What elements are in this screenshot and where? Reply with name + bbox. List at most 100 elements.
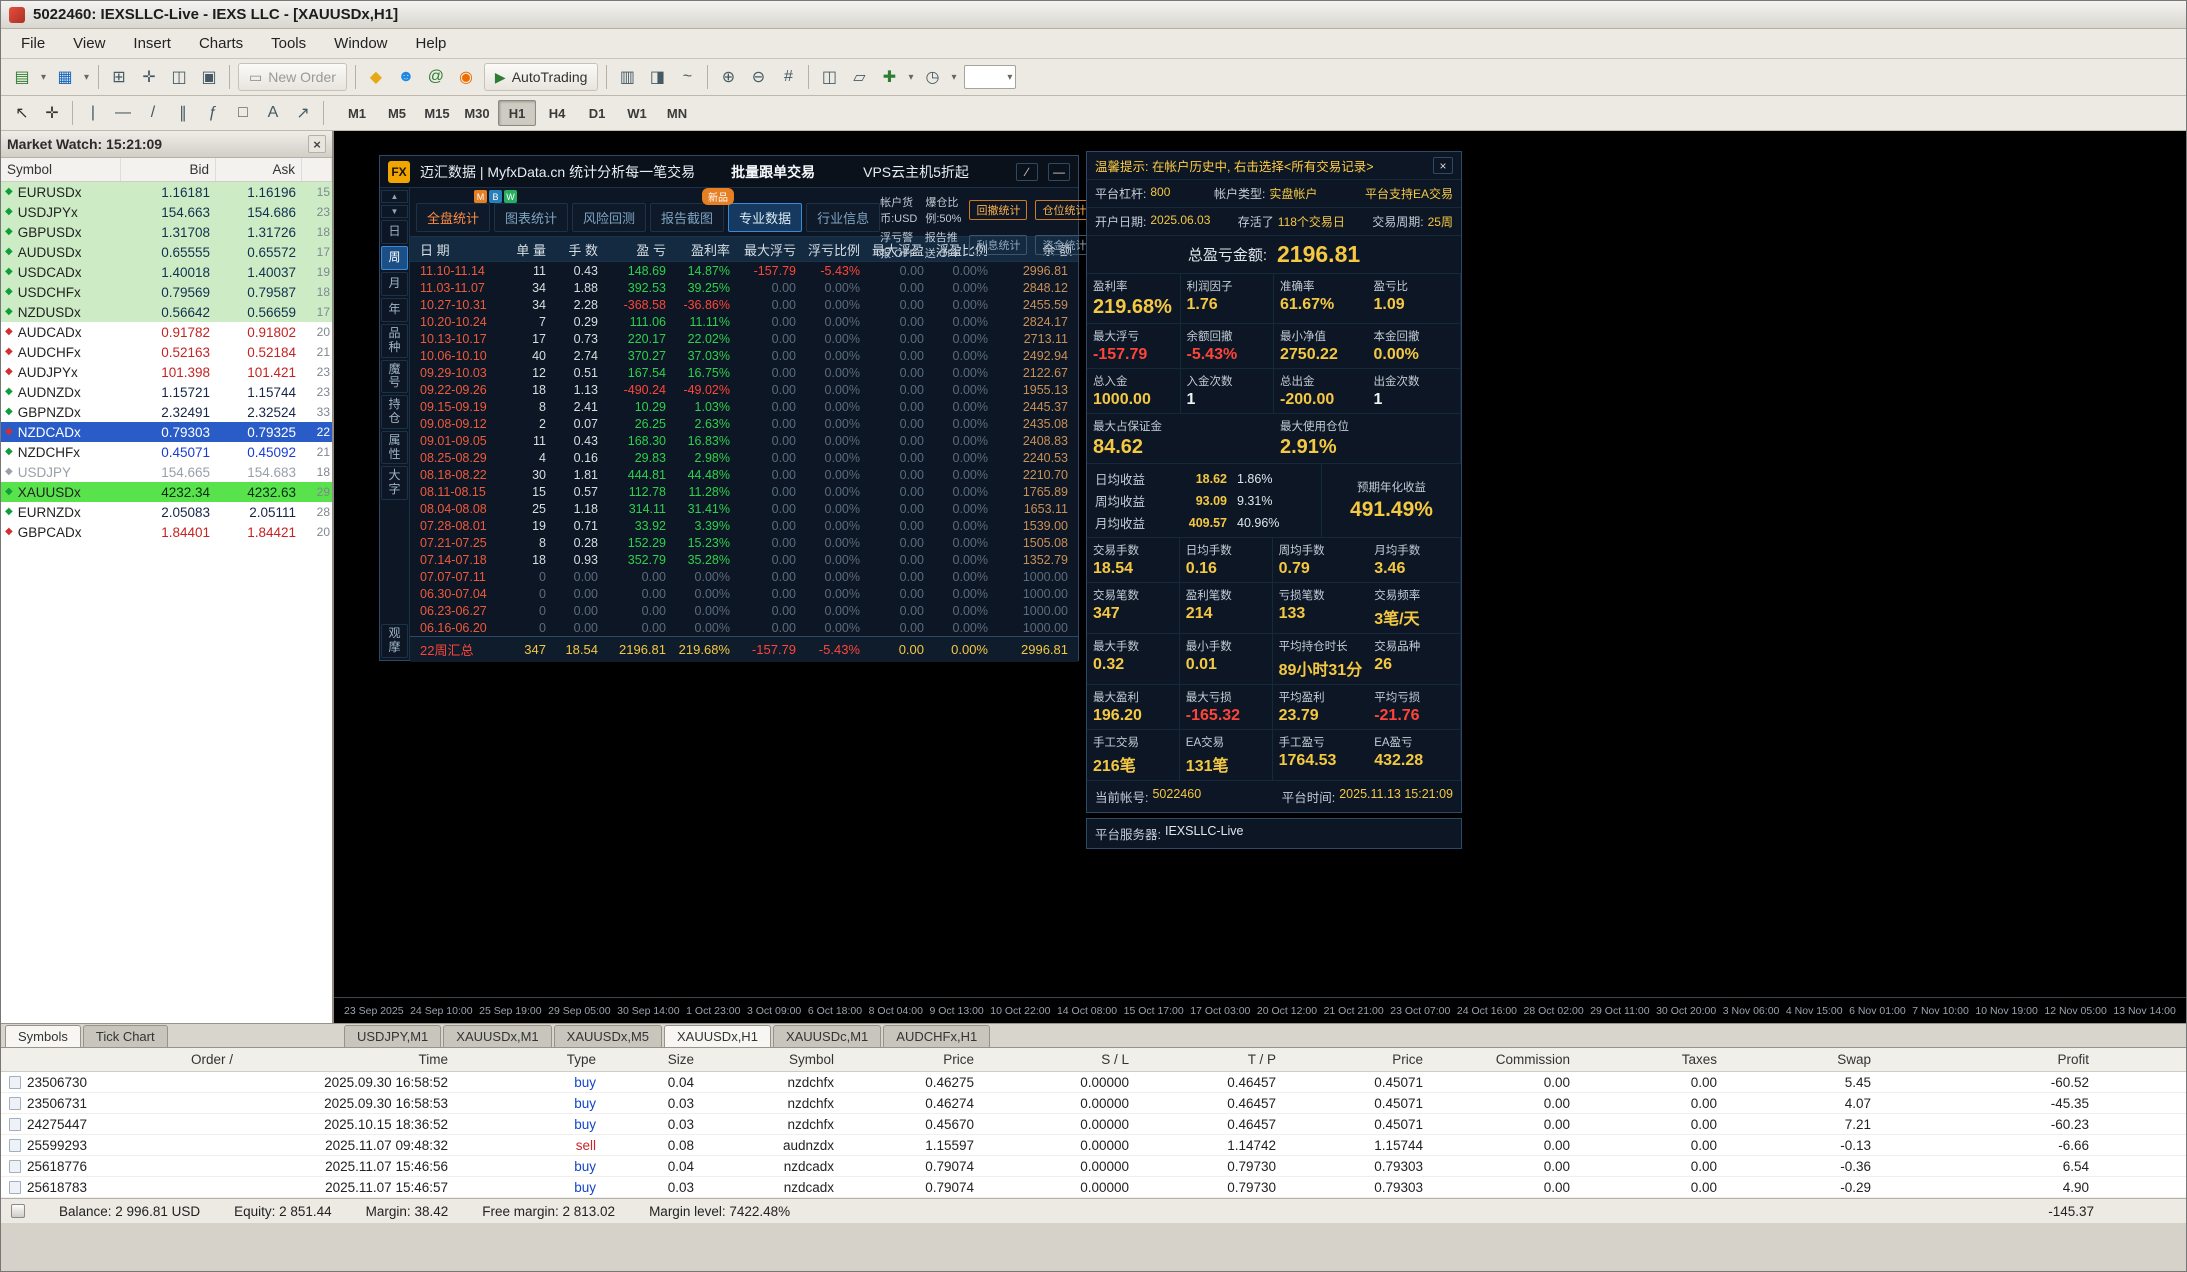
chart-tab-xauusdx-m5[interactable]: XAUUSDx,M5 [553,1025,663,1047]
market-watch-row[interactable]: ◆ NZDUSDx 0.56642 0.56659 17 [1,302,332,322]
crosshair-icon[interactable]: ✛ [37,99,67,127]
column-bid[interactable]: Bid [121,158,216,181]
toolbar-separator[interactable] [707,65,709,89]
edit-icon[interactable]: ∕ [1016,162,1038,181]
orders-column-header[interactable]: Price [842,1052,982,1067]
menu-item[interactable]: View [59,31,119,56]
orders-column-header[interactable]: Commission [1431,1052,1578,1067]
data-window-icon[interactable]: ✛ [134,63,164,91]
order-row[interactable]: 25599293 2025.11.07 09:48:32 sell 0.08 a… [1,1135,2186,1156]
cascade-windows-icon[interactable]: ▱ [844,63,874,91]
market-watch-row[interactable]: ◆ AUDJPYx 101.398 101.421 23 [1,362,332,382]
column-ask[interactable]: Ask [216,158,302,181]
market-watch-row[interactable]: ◆ EURUSDx 1.16181 1.16196 15 [1,182,332,202]
tab-risk-backtest[interactable]: 风险回测 [572,203,647,232]
chart-tab-audchfx-h1[interactable]: AUDCHFx,H1 [883,1025,991,1047]
market-watch-row[interactable]: ◆ USDJPY 154.665 154.683 18 [1,462,332,482]
market-watch-row[interactable]: ◆ AUDUSDx 0.65555 0.65572 17 [1,242,332,262]
chart-tab-usdjpy-m1[interactable]: USDJPY,M1 [344,1025,442,1047]
terminal-icon[interactable]: ▣ [194,63,224,91]
order-row[interactable]: 23506731 2025.09.30 16:58:53 buy 0.03 nz… [1,1093,2186,1114]
orders-column-header[interactable]: Taxes [1578,1052,1725,1067]
chart-tab-xauusdx-h1[interactable]: XAUUSDx,H1 [664,1025,771,1047]
orders-column-header[interactable]: Time [241,1052,456,1067]
toolbar-separator[interactable] [354,65,356,89]
menu-item[interactable]: Charts [185,31,257,56]
toolbar-separator[interactable] [72,101,73,125]
menu-item[interactable]: Window [320,31,401,56]
orders-column-header[interactable]: Size [604,1052,702,1067]
panel-tab-observe[interactable]: 观摩 [381,624,408,658]
zoom-in-icon[interactable]: ⊕ [713,63,743,91]
tab-overall-stats[interactable]: 全盘统计 [416,203,491,232]
promo-copy-trading[interactable]: 批量跟单交易 [731,162,815,182]
timeframe-m15[interactable]: M15 [418,100,456,126]
menu-item[interactable]: File [7,31,59,56]
panel-tab-symbol[interactable]: 品种 [381,324,408,358]
panel-tab-properties[interactable]: 属性 [381,430,408,465]
tile-windows-icon[interactable]: ◫ [814,63,844,91]
timeframe-m1[interactable]: M1 [338,100,376,126]
setting-b[interactable]: 报告推送:OFF [925,229,962,261]
toolbar-separator[interactable] [606,65,608,89]
order-row[interactable]: 24275447 2025.10.15 18:36:52 buy 0.03 nz… [1,1114,2186,1135]
minimize-icon[interactable]: — [1048,162,1070,181]
market-watch-row[interactable]: ◆ GBPUSDx 1.31708 1.31726 18 [1,222,332,242]
market-watch-row[interactable]: ◆ NZDCADx 0.79303 0.79325 22 [1,422,332,442]
market-watch-row[interactable]: ◆ XAUUSDx 4232.34 4232.63 29 [1,482,332,502]
market-watch-row[interactable]: ◆ GBPCADx 1.84401 1.84421 20 [1,522,332,542]
setting-chip[interactable]: 仓位统计 [1035,200,1094,220]
tab-industry-info[interactable]: 行业信息 [806,203,881,232]
trendline-icon[interactable]: / [138,99,168,127]
scroll-down-icon[interactable]: ▼ [381,205,408,218]
periods-icon[interactable]: ◷ [917,63,947,91]
panel-tab-positions[interactable]: 持仓 [381,395,408,429]
timeframe-mn[interactable]: MN [658,100,696,126]
setting-a[interactable]: 帐户货币:USD [880,194,917,226]
profiles-dropdown[interactable]: ▾ [80,63,93,91]
menu-item[interactable]: Tools [257,31,320,56]
vertical-line-icon[interactable]: | [78,99,108,127]
fibonacci-icon[interactable]: ƒ [198,99,228,127]
column-symbol[interactable]: Symbol [1,158,121,181]
grid-icon[interactable]: # [773,63,803,91]
panel-tab-year[interactable]: 年 [381,298,408,322]
arrows-icon[interactable]: ↗ [288,99,318,127]
close-icon[interactable]: × [308,135,326,153]
chart-tab-xauusdc-m1[interactable]: XAUUSDc,M1 [772,1025,882,1047]
bar-chart-icon[interactable]: ▥ [612,63,642,91]
tab-chart-stats[interactable]: 图表统计 [494,203,569,232]
scroll-up-icon[interactable]: ▲ [381,190,408,203]
toolbar-separator[interactable] [98,65,99,89]
autotrading-button[interactable]: ▶ AutoTrading [483,63,599,91]
community-icon[interactable]: ☻ [391,63,421,91]
tab-symbols[interactable]: Symbols [5,1025,81,1047]
market-watch-row[interactable]: ◆ USDCADx 1.40018 1.40037 19 [1,262,332,282]
cursor-icon[interactable]: ↖ [7,99,37,127]
setting-chip[interactable]: 利息统计 [969,235,1028,255]
tab-tick-chart[interactable]: Tick Chart [82,1025,168,1047]
panel-tab-week[interactable]: 周 [381,246,408,270]
panel-tab-day[interactable]: 日 [381,220,408,244]
zoom-out-icon[interactable]: ⊖ [743,63,773,91]
close-icon[interactable]: × [1433,157,1453,174]
promo-vps[interactable]: VPS云主机5折起 [863,162,969,182]
market-watch-row[interactable]: ◆ GBPNZDx 2.32491 2.32524 33 [1,402,332,422]
periods-dropdown[interactable]: ▾ [947,63,960,91]
text-icon[interactable]: A [258,99,288,127]
navigator-icon[interactable]: ◫ [164,63,194,91]
orders-column-header[interactable]: S / L [982,1052,1137,1067]
timeframe-h1[interactable]: H1 [498,100,536,126]
candlestick-icon[interactable]: ◨ [642,63,672,91]
setting-a[interactable]: 浮亏警报:OFF [880,229,917,261]
orders-column-header[interactable]: Price [1284,1052,1431,1067]
new-chart-dropdown[interactable]: ▾ [37,63,50,91]
timeframe-w1[interactable]: W1 [618,100,656,126]
chart-tab-xauusdx-m1[interactable]: XAUUSDx,M1 [443,1025,552,1047]
order-row[interactable]: 23506730 2025.09.30 16:58:52 buy 0.04 nz… [1,1072,2186,1093]
toolbar-separator[interactable] [229,65,230,89]
market-watch-row[interactable]: ◆ EURNZDx 2.05083 2.05111 28 [1,502,332,522]
market-watch-row[interactable]: ◆ AUDCHFx 0.52163 0.52184 21 [1,342,332,362]
orders-column-header[interactable]: Order / [1,1052,241,1067]
tab-pro-data[interactable]: 专业数据 [728,203,803,232]
